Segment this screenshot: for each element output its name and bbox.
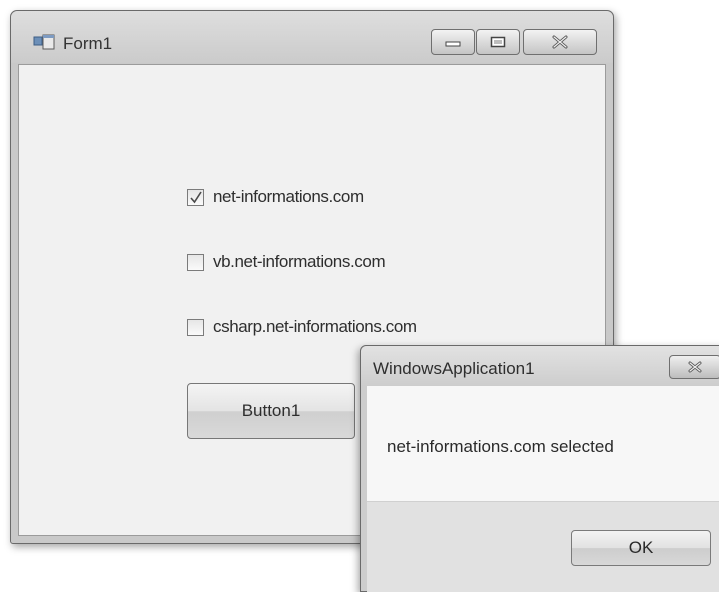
message-box-titlebar[interactable]: WindowsApplication1 — [361, 346, 719, 386]
checkbox-box[interactable] — [187, 188, 204, 206]
maximize-button[interactable] — [476, 29, 520, 55]
form1-titlebar[interactable]: Form1 — [11, 11, 613, 63]
close-icon — [552, 35, 568, 49]
message-box-title: WindowsApplication1 — [373, 359, 535, 378]
checkbox-box[interactable] — [187, 253, 204, 271]
minimize-button[interactable] — [431, 29, 475, 55]
ok-button[interactable]: OK — [571, 530, 711, 566]
checkbox-label: net-informations.com — [213, 187, 364, 206]
button1[interactable]: Button1 — [187, 383, 355, 439]
message-box-dialog: WindowsApplication1 net-informations.com… — [360, 345, 719, 592]
maximize-icon — [490, 36, 506, 48]
message-text: net-informations.com selected — [387, 437, 614, 456]
minimize-icon — [445, 41, 461, 47]
close-button[interactable] — [523, 29, 597, 55]
checkbox-csharp-net-informations[interactable]: csharp.net-informations.com — [187, 315, 417, 339]
message-box-footer: OK — [367, 501, 719, 592]
form1-title: Form1 — [63, 34, 113, 53]
checkbox-label: vb.net-informations.com — [213, 252, 386, 271]
checkbox-vb-net-informations[interactable]: vb.net-informations.com — [187, 250, 386, 274]
form-window-icon — [33, 34, 55, 52]
checkmark-icon — [190, 191, 202, 203]
message-box-body: net-informations.com selected — [367, 386, 719, 501]
message-box-close-button[interactable] — [669, 355, 719, 379]
checkbox-label: csharp.net-informations.com — [213, 317, 417, 336]
checkbox-box[interactable] — [187, 318, 204, 336]
close-icon — [688, 361, 702, 373]
checkbox-net-informations[interactable]: net-informations.com — [187, 185, 364, 209]
